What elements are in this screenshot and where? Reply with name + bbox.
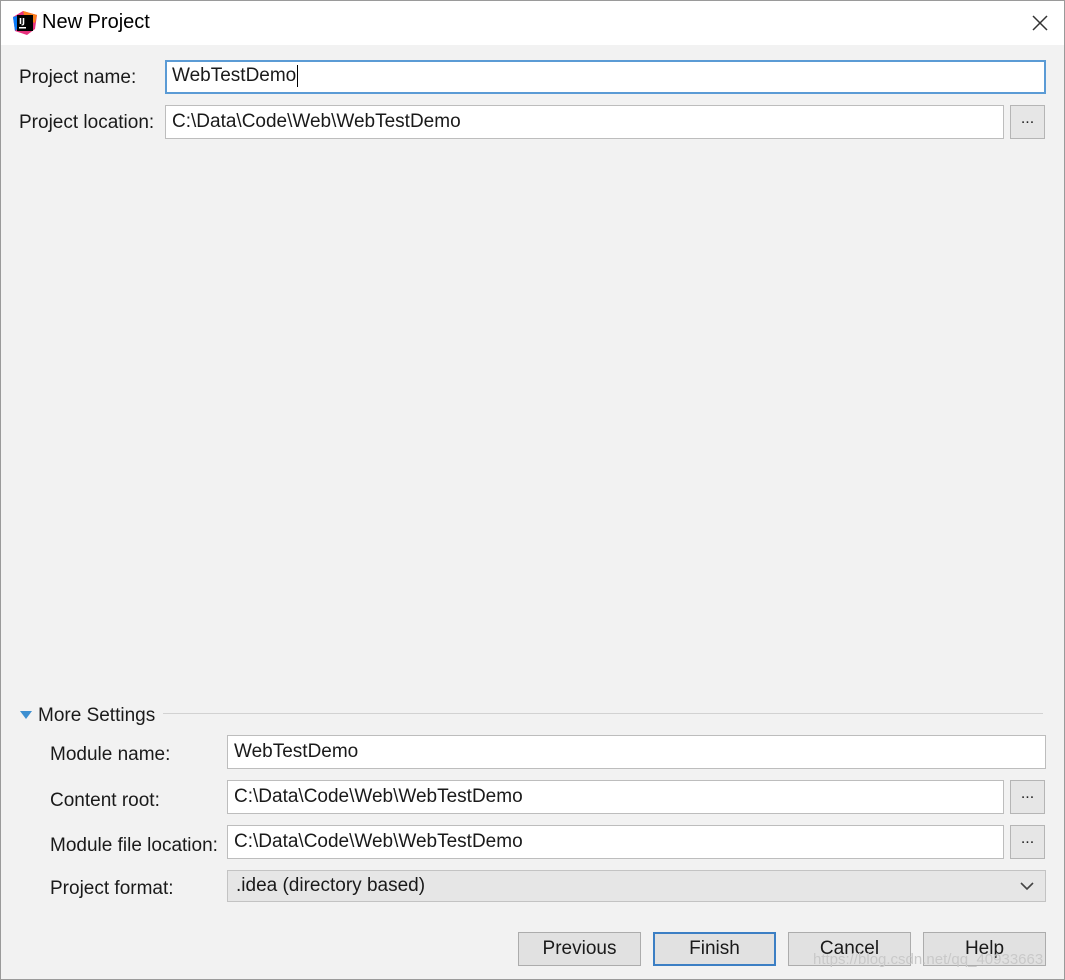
module-file-location-label: Module file location:: [50, 835, 218, 856]
previous-button[interactable]: Previous: [518, 932, 641, 966]
project-name-value: WebTestDemo: [172, 65, 297, 86]
watermark: https://blog.csdn.net/qq_40933663: [813, 951, 1044, 968]
module-name-label: Module name:: [50, 744, 171, 765]
content-root-label: Content root:: [50, 790, 160, 811]
intellij-idea-icon: IJ: [13, 11, 37, 35]
project-name-input[interactable]: WebTestDemo: [165, 60, 1046, 94]
project-location-label: Project location:: [19, 112, 155, 133]
project-format-value: .idea (directory based): [236, 875, 426, 896]
svg-text:IJ: IJ: [19, 17, 25, 26]
content-root-browse-button[interactable]: ...: [1010, 780, 1045, 814]
project-name-label: Project name:: [19, 67, 137, 88]
title-bar: IJ New Project: [1, 1, 1064, 45]
content-root-input[interactable]: C:\Data\Code\Web\WebTestDemo: [227, 780, 1004, 814]
project-location-browse-button[interactable]: ...: [1010, 105, 1045, 139]
section-divider: [163, 713, 1043, 714]
module-file-location-input[interactable]: C:\Data\Code\Web\WebTestDemo: [227, 825, 1004, 859]
project-format-label: Project format:: [50, 878, 174, 899]
finish-button[interactable]: Finish: [653, 932, 776, 966]
text-caret: [297, 64, 299, 87]
project-format-select[interactable]: .idea (directory based): [227, 870, 1046, 902]
window-title: New Project: [42, 11, 150, 33]
module-file-location-browse-button[interactable]: ...: [1010, 825, 1045, 859]
module-name-input[interactable]: WebTestDemo: [227, 735, 1046, 769]
triangle-down-icon[interactable]: [19, 709, 33, 721]
new-project-dialog: IJ New Project Project name: WebTestDemo…: [0, 0, 1065, 980]
close-icon[interactable]: [1023, 7, 1057, 39]
project-location-input[interactable]: C:\Data\Code\Web\WebTestDemo: [165, 105, 1004, 139]
chevron-down-icon: [1020, 882, 1034, 891]
more-settings-toggle[interactable]: More Settings: [38, 705, 155, 727]
